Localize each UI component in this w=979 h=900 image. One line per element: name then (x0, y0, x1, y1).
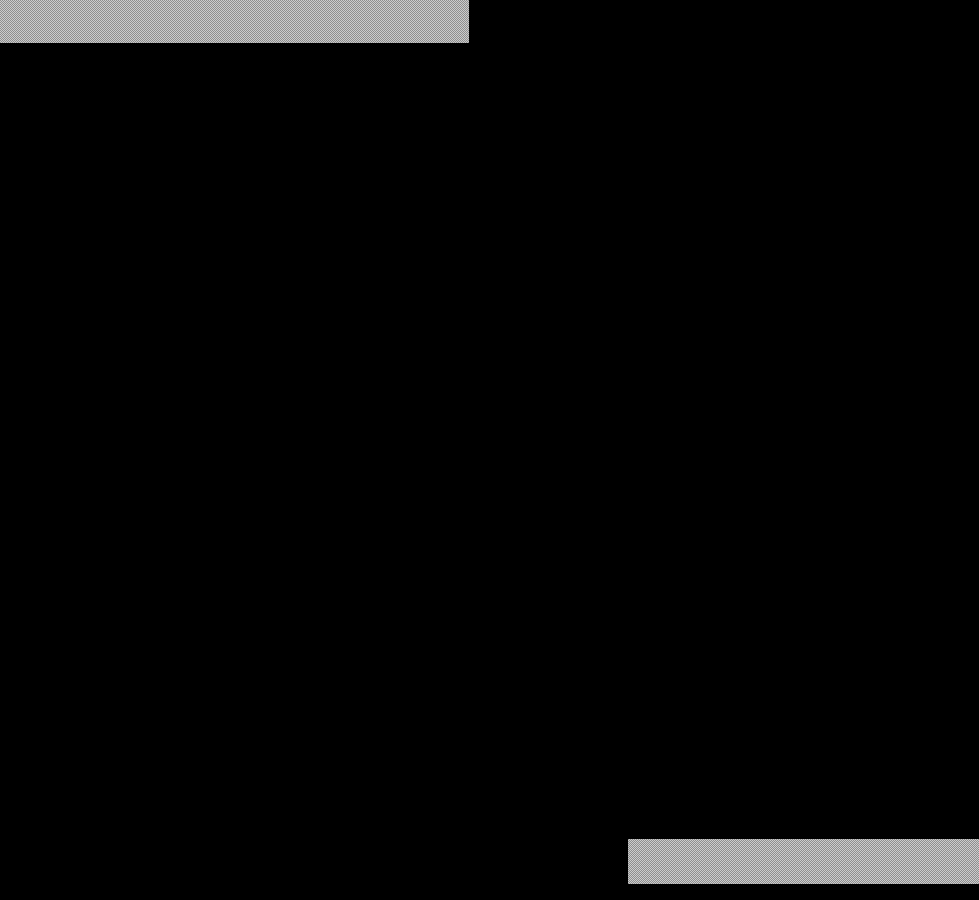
wrf-map-screen (0, 0, 979, 900)
map-title-overlay (0, 0, 470, 44)
map-canvas (0, 0, 979, 900)
cape-legend (627, 838, 979, 884)
